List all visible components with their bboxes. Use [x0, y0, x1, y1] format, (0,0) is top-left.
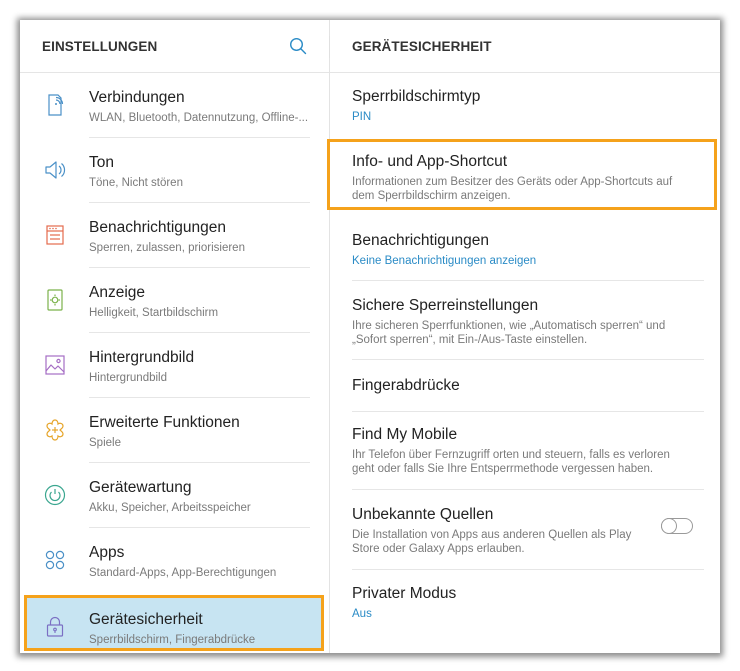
menu-item-subtitle: WLAN, Bluetooth, Datennutzung, Offline-.…	[89, 112, 309, 124]
menu-item-label: Verbindungen	[89, 89, 185, 106]
menu-item-label: Gerätewartung	[89, 479, 192, 496]
device-security-title: GERÄTESICHERHEIT	[352, 39, 492, 54]
setting-find-my-mobile[interactable]: Find My Mobile Ihr Telefon über Fernzugr…	[330, 412, 720, 490]
apps-icon	[45, 550, 65, 570]
menu-item-apps[interactable]: Apps Standard-Apps, App-Berechtigungen	[20, 528, 329, 593]
setting-title: Fingerabdrücke	[352, 377, 460, 394]
setting-title: Unbekannte Quellen	[352, 506, 494, 523]
setting-private-mode[interactable]: Privater Modus Aus	[330, 570, 720, 640]
advanced-features-icon	[46, 419, 64, 441]
setting-title: Benachrichtigungen	[352, 232, 490, 249]
setting-title: Sperrbildschirmtyp	[352, 88, 481, 105]
settings-menu-pane: EINSTELLUNGEN Verbindungen WLAN, Bluetoo…	[20, 20, 329, 653]
settings-menu-header: EINSTELLUNGEN	[20, 20, 329, 73]
menu-item-subtitle: Akku, Speicher, Arbeitsspeicher	[89, 502, 251, 514]
menu-item-display[interactable]: Anzeige Helligkeit, Startbildschirm	[20, 268, 329, 333]
setting-value: Keine Benachrichtigungen anzeigen	[352, 255, 537, 267]
setting-info-app-shortcut[interactable]: Info- und App-Shortcut Informationen zum…	[330, 140, 720, 210]
setting-notifications[interactable]: Benachrichtigungen Keine Benachrichtigun…	[330, 217, 720, 282]
menu-item-notifications[interactable]: Benachrichtigungen Sperren, zulassen, pr…	[20, 203, 329, 268]
setting-description: Informationen zum Besitzer des Geräts od…	[352, 176, 673, 202]
settings-menu-title: EINSTELLUNGEN	[42, 39, 158, 54]
setting-title: Privater Modus	[352, 585, 457, 602]
menu-item-label: Apps	[89, 544, 125, 561]
menu-item-label: Gerätesicherheit	[89, 611, 203, 628]
setting-title: Find My Mobile	[352, 426, 458, 443]
menu-item-subtitle: Töne, Nicht stören	[89, 177, 183, 189]
connections-icon	[48, 94, 64, 116]
setting-description: Ihre sicheren Sperrfunktionen, wie „Auto…	[352, 320, 666, 346]
wallpaper-icon	[45, 355, 65, 375]
menu-item-wallpaper[interactable]: Hintergrundbild Hintergrundbild	[20, 333, 329, 398]
menu-item-subtitle: Hintergrundbild	[89, 372, 167, 384]
menu-item-advanced-features[interactable]: Erweiterte Funktionen Spiele	[20, 398, 329, 463]
device-security-pane: GERÄTESICHERHEIT Sperrbildschirmtyp PIN …	[327, 20, 720, 653]
menu-item-device-security[interactable]: Gerätesicherheit Sperrbildschirm, Finger…	[20, 593, 329, 653]
menu-item-subtitle: Helligkeit, Startbildschirm	[89, 307, 219, 319]
setting-title: Info- und App-Shortcut	[352, 153, 508, 170]
menu-item-label: Anzeige	[89, 284, 146, 301]
menu-item-subtitle: Sperren, zulassen, priorisieren	[89, 242, 245, 254]
menu-item-label: Ton	[89, 154, 114, 171]
lock-icon	[46, 616, 64, 637]
menu-item-label: Benachrichtigungen	[89, 219, 227, 236]
setting-fingerprints[interactable]: Fingerabdrücke	[330, 360, 720, 412]
setting-description: Ihr Telefon über Fernzugriff orten und s…	[352, 449, 670, 475]
settings-window: EINSTELLUNGEN Verbindungen WLAN, Bluetoo…	[20, 20, 720, 653]
setting-value: Aus	[352, 608, 372, 620]
setting-lock-screen-type[interactable]: Sperrbildschirmtyp PIN	[330, 73, 720, 138]
menu-item-subtitle: Sperrbildschirm, Fingerabdrücke	[89, 634, 256, 646]
speaker-icon	[45, 161, 66, 179]
setting-description: Die Installation von Apps aus anderen Qu…	[352, 529, 632, 555]
setting-value: PIN	[352, 111, 372, 123]
menu-item-label: Erweiterte Funktionen	[89, 414, 240, 431]
unknown-sources-toggle[interactable]	[661, 517, 693, 534]
search-icon[interactable]	[289, 37, 307, 55]
display-icon	[47, 289, 63, 311]
notifications-icon	[46, 225, 64, 245]
menu-item-label: Hintergrundbild	[89, 349, 195, 366]
setting-secure-lock-settings[interactable]: Sichere Sperreinstellungen Ihre sicheren…	[330, 282, 720, 360]
menu-item-subtitle: Standard-Apps, App-Berechtigungen	[89, 567, 277, 579]
menu-item-subtitle: Spiele	[89, 437, 121, 449]
menu-item-device-maintenance[interactable]: Gerätewartung Akku, Speicher, Arbeitsspe…	[20, 463, 329, 528]
device-security-header: GERÄTESICHERHEIT	[330, 20, 720, 73]
menu-item-connections[interactable]: Verbindungen WLAN, Bluetooth, Datennutzu…	[20, 73, 329, 138]
device-maintenance-icon	[44, 484, 66, 506]
menu-item-sound[interactable]: Ton Töne, Nicht stören	[20, 138, 329, 203]
setting-title: Sichere Sperreinstellungen	[352, 297, 539, 314]
